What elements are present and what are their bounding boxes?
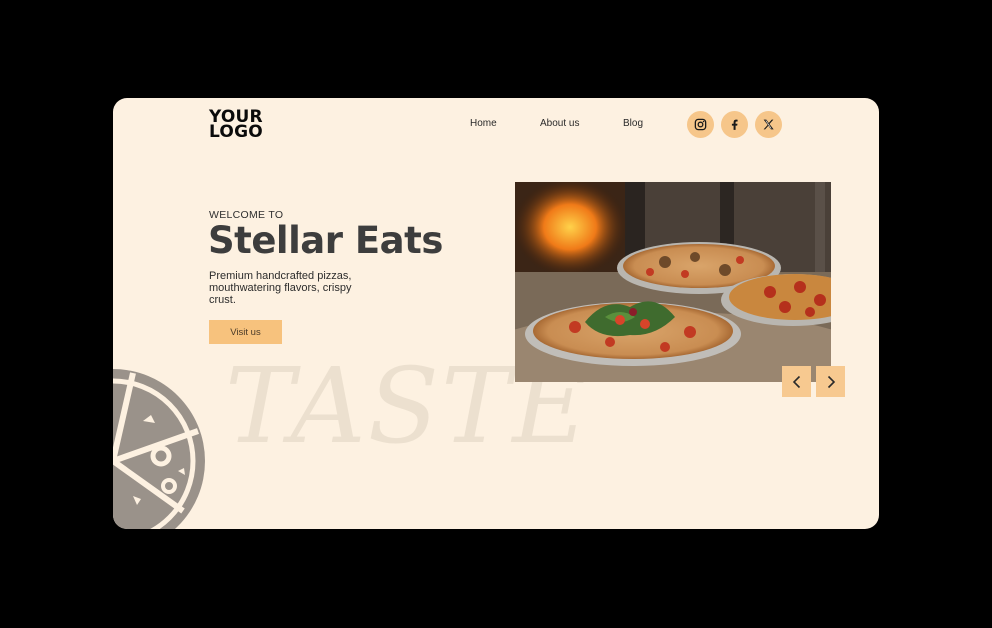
nav-home-link[interactable]: Home [470,118,497,129]
chevron-right-icon [827,375,835,388]
hero-description: Premium handcrafted pizzas, mouthwaterin… [209,270,352,306]
pizza-photo [515,182,831,382]
logo[interactable]: YOUR LOGO [209,109,263,142]
instagram-icon [694,118,707,131]
facebook-icon [731,119,738,130]
logo-line-2: LOGO [209,122,263,142]
pizza-slice-decoration-icon [113,369,205,529]
carousel-prev-button[interactable] [782,366,811,397]
nav-blog-link[interactable]: Blog [623,118,643,129]
page-title: Stellar Eats [208,219,443,262]
facebook-button[interactable] [721,111,748,138]
x-icon [763,119,774,130]
chevron-left-icon [792,375,800,388]
nav-about-link[interactable]: About us [540,118,579,129]
instagram-button[interactable] [687,111,714,138]
landing-page-card: YOUR LOGO Home About us Blog TASTE WELCO… [113,98,879,529]
carousel-next-button[interactable] [816,366,845,397]
x-button[interactable] [755,111,782,138]
visit-us-button[interactable]: Visit us [209,320,282,344]
